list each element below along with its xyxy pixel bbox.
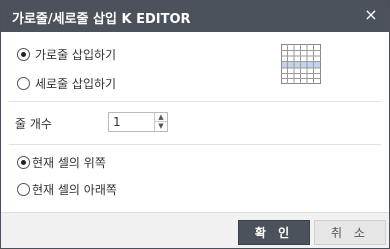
radio-below[interactable] xyxy=(17,183,30,196)
cancel-button[interactable]: 취 소 xyxy=(314,220,386,245)
radio-below-option[interactable]: 현재 셀의 아래쪽 xyxy=(17,181,117,198)
close-icon[interactable]: × xyxy=(363,7,379,23)
radio-insert-row-label: 가로줄 삽입하기 xyxy=(35,48,117,62)
radio-above[interactable] xyxy=(17,156,30,169)
radio-below-label: 현재 셀의 아래쪽 xyxy=(32,183,117,197)
line-count-stepper[interactable]: 1 ▲ ▼ xyxy=(108,112,168,132)
radio-insert-column[interactable] xyxy=(17,77,30,90)
line-count-label: 줄 개수 xyxy=(15,117,52,131)
ok-button[interactable]: 확 인 xyxy=(238,220,310,245)
increment-icon[interactable]: ▲ xyxy=(154,113,167,122)
table-row-insert-icon xyxy=(281,44,321,84)
radio-above-label: 현재 셀의 위쪽 xyxy=(32,156,106,170)
line-count-value[interactable]: 1 xyxy=(113,115,121,129)
divider xyxy=(9,101,381,102)
dialog-footer: 확 인 취 소 xyxy=(1,212,389,248)
radio-insert-column-label: 세로줄 삽입하기 xyxy=(35,77,117,91)
dialog-titlebar: 가로줄/세로줄 삽입 K EDITOR × xyxy=(1,1,389,32)
radio-insert-row[interactable] xyxy=(17,48,30,61)
radio-above-option[interactable]: 현재 셀의 위쪽 xyxy=(17,154,106,171)
dialog-title: 가로줄/세로줄 삽입 K EDITOR xyxy=(12,12,191,27)
insert-row-column-dialog: 가로줄/세로줄 삽입 K EDITOR × 가로줄 삽입하기 세로줄 삽입하기 … xyxy=(0,0,390,249)
decrement-icon[interactable]: ▼ xyxy=(154,122,167,131)
radio-insert-row-option[interactable]: 가로줄 삽입하기 xyxy=(17,46,116,63)
radio-insert-column-option[interactable]: 세로줄 삽입하기 xyxy=(17,75,116,92)
divider xyxy=(9,144,381,145)
